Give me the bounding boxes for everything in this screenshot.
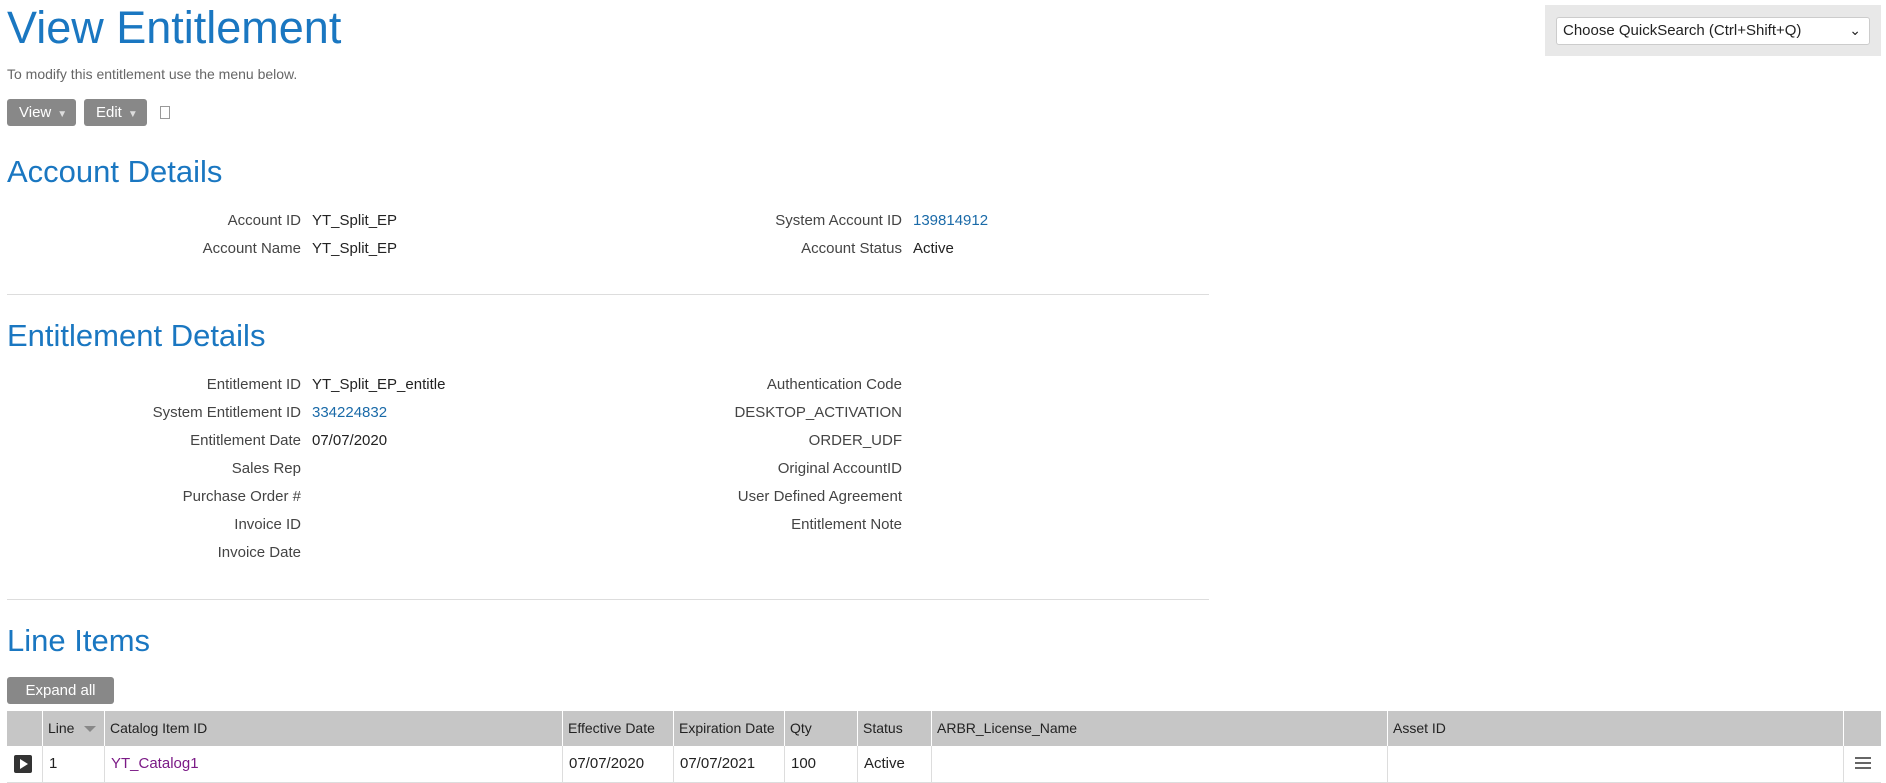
- account-id-label: Account ID: [227, 212, 301, 229]
- column-header-line[interactable]: Line: [43, 711, 105, 746]
- expand-cell: [7, 746, 43, 782]
- cell-line: 1: [43, 746, 105, 782]
- column-header-line-label: Line: [48, 720, 75, 736]
- cell-status: Active: [858, 746, 932, 782]
- account-id-value: YT_Split_EP: [312, 212, 398, 229]
- sort-desc-icon[interactable]: [84, 726, 97, 733]
- account-status-label: Account Status: [801, 240, 902, 257]
- system-account-id-link[interactable]: 139814912: [913, 212, 988, 229]
- authentication-code-label: Authentication Code: [766, 376, 902, 393]
- quicksearch-panel: Choose QuickSearch (Ctrl+Shift+Q) ⌄: [1545, 5, 1881, 56]
- cell-expiration-date: 07/07/2021: [674, 746, 785, 782]
- account-details-heading: Account Details: [7, 154, 223, 189]
- entitlement-id-label: Entitlement ID: [206, 376, 301, 393]
- entitlement-details-heading: Entitlement Details: [7, 318, 266, 353]
- cell-effective-date: 07/07/2020: [563, 746, 674, 782]
- view-menu-button[interactable]: View ▼: [7, 99, 76, 126]
- order-udf-label: ORDER_UDF: [808, 432, 902, 449]
- system-entitlement-id-link[interactable]: 334224832: [312, 404, 387, 421]
- purchase-order-label: Purchase Order #: [182, 488, 301, 505]
- list-menu-icon[interactable]: [1855, 757, 1871, 771]
- entitlement-id-value: YT_Split_EP_entitle: [312, 376, 446, 393]
- column-header-asset-id[interactable]: Asset ID: [1388, 711, 1844, 746]
- column-header-catalog-item-id[interactable]: Catalog Item ID: [105, 711, 563, 746]
- cell-arbr-license-name: [932, 746, 1388, 782]
- user-defined-agreement-label: User Defined Agreement: [737, 488, 902, 505]
- page-title: View Entitlement: [7, 2, 342, 53]
- column-header-effective-date[interactable]: Effective Date: [563, 711, 674, 746]
- caret-down-icon: ▼: [57, 109, 68, 120]
- section-divider: [7, 599, 1209, 600]
- column-header-expiration-date[interactable]: Expiration Date: [674, 711, 785, 746]
- desktop-activation-label: DESKTOP_ACTIVATION: [734, 404, 902, 421]
- account-name-value: YT_Split_EP: [312, 240, 398, 257]
- grid-header: Line Catalog Item ID Effective Date Expi…: [7, 711, 1881, 746]
- entitlement-date-label: Entitlement Date: [190, 432, 301, 449]
- row-menu-column-header: [1844, 711, 1881, 746]
- table-row: 1 YT_Catalog1 07/07/2020 07/07/2021 100 …: [7, 746, 1881, 783]
- column-header-qty[interactable]: Qty: [785, 711, 858, 746]
- section-divider: [7, 294, 1209, 295]
- entitlement-date-value: 07/07/2020: [312, 432, 388, 449]
- expand-all-button[interactable]: Expand all: [7, 677, 114, 704]
- cell-asset-id: [1388, 746, 1844, 782]
- quicksearch-select[interactable]: Choose QuickSearch (Ctrl+Shift+Q) ⌄: [1556, 17, 1870, 45]
- invoice-date-label: Invoice Date: [217, 544, 301, 561]
- sales-rep-label: Sales Rep: [231, 460, 301, 477]
- column-header-arbr-license-name[interactable]: ARBR_License_Name: [932, 711, 1388, 746]
- original-account-id-label: Original AccountID: [777, 460, 902, 477]
- edit-menu-label: Edit: [96, 104, 122, 121]
- row-menu-cell: [1844, 746, 1881, 782]
- cell-qty: 100: [785, 746, 858, 782]
- play-icon[interactable]: [14, 755, 32, 773]
- clipboard-icon[interactable]: [160, 106, 170, 119]
- system-entitlement-id-label: System Entitlement ID: [152, 404, 301, 421]
- caret-down-icon: ▼: [127, 109, 138, 120]
- account-status-value: Active: [913, 240, 954, 257]
- page-subtitle: To modify this entitlement use the menu …: [7, 66, 298, 82]
- view-menu-label: View: [19, 104, 52, 121]
- quicksearch-label: Choose QuickSearch (Ctrl+Shift+Q): [1563, 22, 1802, 39]
- invoice-id-label: Invoice ID: [234, 516, 301, 533]
- expand-column-header: [7, 711, 43, 746]
- account-name-label: Account Name: [202, 240, 301, 257]
- chevron-down-icon: ⌄: [1849, 22, 1861, 38]
- edit-menu-button[interactable]: Edit ▼: [84, 99, 147, 126]
- cell-catalog-item-link[interactable]: YT_Catalog1: [105, 746, 563, 782]
- column-header-status[interactable]: Status: [858, 711, 932, 746]
- line-items-heading: Line Items: [7, 623, 151, 658]
- system-account-id-label: System Account ID: [775, 212, 902, 229]
- entitlement-note-label: Entitlement Note: [791, 516, 902, 533]
